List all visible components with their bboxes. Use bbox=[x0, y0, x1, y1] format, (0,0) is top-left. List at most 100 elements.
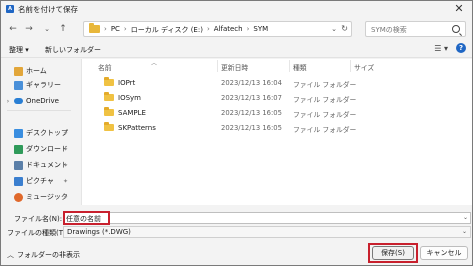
sidebar-item-label: ピクチャ bbox=[26, 177, 54, 185]
sidebar-item-label: デスクトップ bbox=[26, 129, 68, 137]
column-divider[interactable] bbox=[217, 60, 218, 72]
column-divider[interactable] bbox=[350, 60, 351, 72]
chevron-right-icon: › bbox=[104, 25, 107, 33]
search-input[interactable]: SYMの検索 bbox=[371, 25, 407, 35]
filetype-value: Drawings (*.DWG) bbox=[67, 228, 131, 236]
command-bar: 整理 ▾ 新しいフォルダー ☰ ▾ ? bbox=[1, 41, 472, 58]
sidebar-item-label: ダウンロード bbox=[26, 145, 68, 153]
file-type: ファイル フォルダー bbox=[293, 126, 357, 134]
filetype-select[interactable]: Drawings (*.DWG) ⌄ bbox=[63, 226, 471, 238]
table-row[interactable]: IOPrt 2023/12/13 16:04 ファイル フォルダー bbox=[82, 76, 473, 90]
folder-icon bbox=[104, 77, 114, 86]
back-arrow-icon[interactable]: ← bbox=[7, 23, 19, 35]
table-row[interactable]: SKPatterns 2023/12/13 16:05 ファイル フォルダー bbox=[82, 121, 473, 135]
sidebar-item-gallery[interactable]: ギャラリー bbox=[5, 78, 61, 92]
refresh-icon[interactable]: ↻ bbox=[341, 24, 348, 33]
filetype-label: ファイルの種類(T): bbox=[7, 229, 69, 237]
breadcrumb-item[interactable]: ローカル ディスク (E:) bbox=[131, 25, 203, 35]
sidebar-item-label: ミュージック bbox=[26, 193, 68, 201]
chevron-right-icon: › bbox=[206, 25, 210, 33]
save-as-dialog: A 名前を付けて保存 ✕ ← → ⌄ ↑ › PC › ローカル ディスク (E… bbox=[0, 0, 473, 266]
new-folder-button[interactable]: 新しいフォルダー bbox=[45, 45, 101, 55]
hide-folders-toggle[interactable]: ︿ フォルダーの非表示 bbox=[7, 250, 80, 260]
up-arrow-icon[interactable]: ↑ bbox=[57, 23, 69, 35]
file-list: ︿ 名前 更新日時 種類 サイズ IOPrt 2023/12/13 16:04 … bbox=[81, 59, 472, 205]
forward-arrow-icon[interactable]: → bbox=[23, 23, 35, 35]
sidebar-item-desktop[interactable]: デスクトップ bbox=[5, 126, 68, 140]
file-type: ファイル フォルダー bbox=[293, 96, 357, 104]
chevron-down-icon[interactable]: ⌄ bbox=[331, 25, 337, 33]
view-options-icon[interactable]: ☰ ▾ bbox=[434, 44, 448, 53]
column-header-name[interactable]: 名前 bbox=[98, 62, 112, 72]
dialog-title: 名前を付けて保存 bbox=[18, 5, 78, 14]
filename-field[interactable]: 任意の名前 ⌄ bbox=[63, 212, 471, 224]
folder-icon bbox=[104, 92, 114, 101]
recent-chevron-icon[interactable]: ⌄ bbox=[41, 23, 53, 35]
sidebar-item-home[interactable]: ホーム bbox=[5, 64, 47, 78]
sidebar-item-label: ギャラリー bbox=[26, 81, 61, 89]
chevron-right-icon: › bbox=[246, 25, 250, 33]
help-icon[interactable]: ? bbox=[456, 43, 466, 53]
chevron-down-icon[interactable]: ⌄ bbox=[463, 214, 468, 221]
pin-icon: ✦ bbox=[63, 162, 69, 169]
file-name: SKPatterns bbox=[118, 124, 156, 132]
organize-button[interactable]: 整理 ▾ bbox=[9, 45, 29, 55]
chevron-up-icon: ︿ bbox=[7, 251, 14, 259]
documents-icon bbox=[14, 160, 23, 170]
file-date: 2023/12/13 16:05 bbox=[221, 124, 282, 132]
column-header-type[interactable]: 種類 bbox=[293, 62, 307, 72]
breadcrumb-item[interactable]: Alfatech bbox=[214, 25, 243, 35]
home-icon bbox=[14, 66, 23, 76]
column-header-size[interactable]: サイズ bbox=[354, 62, 374, 72]
folder-icon bbox=[89, 23, 100, 33]
chevron-down-icon[interactable]: ⌄ bbox=[462, 228, 467, 235]
sidebar-item-label: ドキュメント bbox=[26, 161, 68, 169]
pin-icon: ✦ bbox=[63, 130, 69, 137]
app-icon: A bbox=[6, 5, 14, 13]
file-date: 2023/12/13 16:04 bbox=[221, 79, 282, 87]
file-type: ファイル フォルダー bbox=[293, 111, 357, 119]
sidebar-item-label: OneDrive bbox=[26, 97, 59, 105]
pictures-icon bbox=[14, 176, 23, 186]
divider bbox=[7, 110, 71, 111]
sidebar-item-music[interactable]: ミュージック bbox=[5, 190, 68, 204]
hide-folders-label: フォルダーの非表示 bbox=[17, 251, 80, 259]
search-box[interactable]: SYMの検索 bbox=[365, 21, 466, 37]
table-row[interactable]: SAMPLE 2023/12/13 16:05 ファイル フォルダー bbox=[82, 106, 473, 120]
pin-icon: ✦ bbox=[63, 194, 69, 201]
file-name: SAMPLE bbox=[118, 109, 146, 117]
sidebar-item-onedrive[interactable]: › OneDrive bbox=[5, 94, 59, 108]
chevron-right-icon[interactable]: › bbox=[5, 98, 11, 105]
navigation-pane: ホーム ギャラリー › OneDrive デスクトップ ✦ ダウンロード ✦ ド… bbox=[1, 59, 77, 205]
title-bar: A 名前を付けて保存 ✕ bbox=[1, 1, 472, 17]
column-divider[interactable] bbox=[289, 60, 290, 72]
close-icon[interactable]: ✕ bbox=[452, 2, 466, 16]
save-button[interactable]: 保存(S) bbox=[372, 246, 414, 260]
download-icon bbox=[14, 144, 23, 154]
file-date: 2023/12/13 16:07 bbox=[221, 94, 282, 102]
breadcrumb-item[interactable]: PC bbox=[111, 25, 120, 35]
filename-highlight-box bbox=[63, 211, 110, 225]
desktop-icon bbox=[14, 128, 23, 138]
column-header-date[interactable]: 更新日時 bbox=[221, 62, 248, 72]
cancel-button[interactable]: キャンセル bbox=[420, 246, 468, 260]
file-date: 2023/12/13 16:05 bbox=[221, 109, 282, 117]
sidebar-item-documents[interactable]: ドキュメント bbox=[5, 158, 68, 172]
sidebar-item-pictures[interactable]: ピクチャ bbox=[5, 174, 54, 188]
address-bar[interactable]: › PC › ローカル ディスク (E:) › Alfatech › SYM ⌄… bbox=[83, 21, 352, 37]
filename-label: ファイル名(N): bbox=[14, 215, 63, 223]
folder-icon bbox=[104, 107, 114, 116]
sidebar-item-label: ホーム bbox=[26, 67, 47, 75]
file-name: IOPrt bbox=[118, 79, 136, 87]
file-name: IOSym bbox=[118, 94, 141, 102]
table-row[interactable]: IOSym 2023/12/13 16:07 ファイル フォルダー bbox=[82, 91, 473, 105]
music-icon bbox=[14, 192, 23, 202]
sidebar-item-downloads[interactable]: ダウンロード bbox=[5, 142, 68, 156]
pin-icon: ✦ bbox=[63, 178, 69, 185]
folder-icon bbox=[104, 122, 114, 131]
gallery-icon bbox=[14, 80, 23, 90]
file-type: ファイル フォルダー bbox=[293, 81, 357, 89]
search-icon bbox=[452, 25, 460, 33]
breadcrumb-item[interactable]: SYM bbox=[253, 25, 268, 35]
chevron-right-icon: › bbox=[123, 25, 127, 33]
